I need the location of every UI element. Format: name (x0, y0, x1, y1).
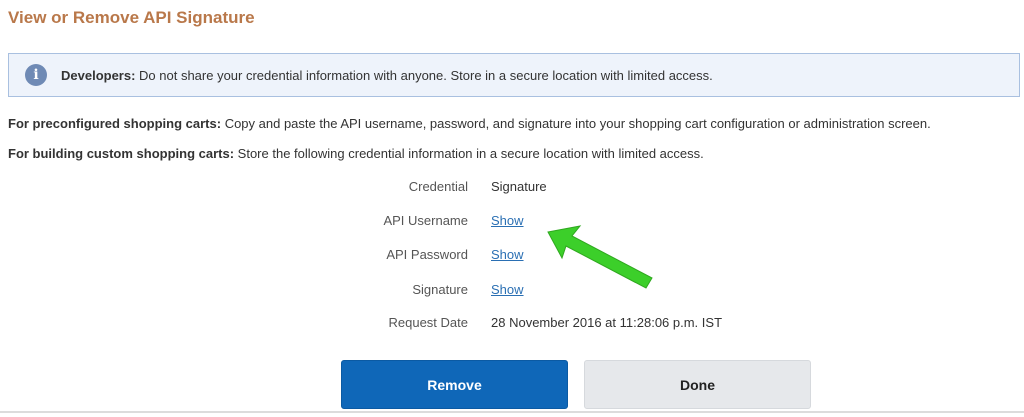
credential-row: Credential Signature (300, 179, 800, 199)
annotation-arrow-icon (547, 225, 653, 289)
page: View or Remove API Signature i Developer… (0, 0, 1024, 417)
show-password-link[interactable]: Show (491, 247, 524, 262)
credential-label: Credential (408, 179, 468, 194)
page-title: View or Remove API Signature (8, 8, 255, 27)
show-username-link[interactable]: Show (491, 213, 524, 228)
notice-text: Developers: Do not share your credential… (61, 68, 713, 83)
signature-label: Signature (412, 282, 468, 297)
notice-strong: Developers: (61, 67, 136, 83)
custom-text: Store the following credential informati… (234, 146, 704, 161)
preconfigured-text: Copy and paste the API username, passwor… (221, 116, 931, 131)
credential-value: Signature (491, 179, 547, 194)
request-date-row: Request Date 28 November 2016 at 11:28:0… (300, 315, 800, 335)
request-date-value: 28 November 2016 at 11:28:06 p.m. IST (491, 315, 723, 330)
preconfigured-instructions: For preconfigured shopping carts: Copy a… (8, 116, 931, 131)
custom-heading: For building custom shopping carts: (8, 146, 235, 161)
preconfigured-heading: For preconfigured shopping carts: (8, 116, 222, 131)
request-date-label: Request Date (388, 315, 469, 330)
api-password-label: API Password (386, 247, 468, 262)
show-signature-link[interactable]: Show (491, 282, 524, 297)
custom-instructions: For building custom shopping carts: Stor… (8, 146, 704, 161)
api-username-label: API Username (383, 213, 468, 228)
remove-button[interactable]: Remove (341, 360, 568, 409)
done-button[interactable]: Done (584, 360, 811, 409)
info-icon: i (25, 64, 47, 86)
developer-notice: i Developers: Do not share your credenti… (8, 53, 1020, 97)
notice-body: Do not share your credential information… (135, 67, 713, 83)
divider (0, 411, 1024, 413)
